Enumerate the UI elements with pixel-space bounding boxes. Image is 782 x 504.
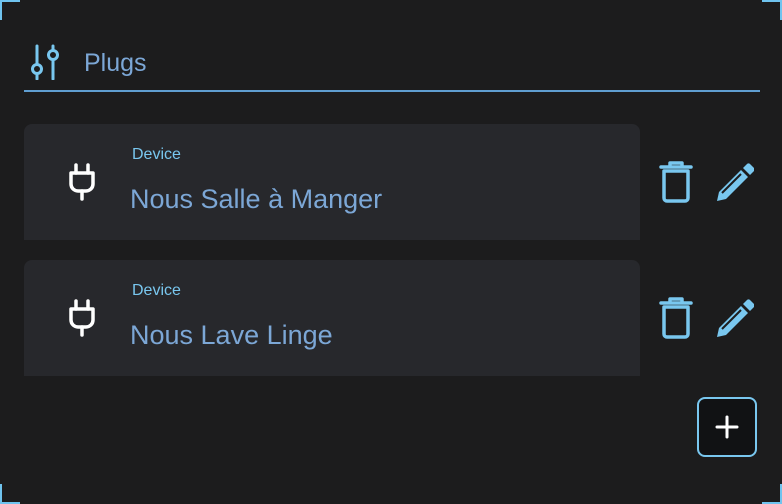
delete-button[interactable] <box>656 296 696 340</box>
delete-button[interactable] <box>656 160 696 204</box>
plug-card[interactable]: Device Nous Lave Linge <box>24 260 640 376</box>
frame-corner-top-right <box>762 0 782 20</box>
section-header: Plugs <box>24 40 760 92</box>
frame-corner-bottom-right <box>762 484 782 504</box>
device-name: Nous Lave Linge <box>130 320 333 350</box>
edit-button[interactable] <box>714 160 755 204</box>
power-plug-icon <box>66 162 98 202</box>
device-caption: Device <box>132 282 181 299</box>
section-title: Plugs <box>84 49 147 77</box>
device-caption: Device <box>132 146 181 163</box>
plug-card[interactable]: Device Nous Salle à Manger <box>24 124 640 240</box>
add-plug-button[interactable] <box>697 397 757 457</box>
edit-button[interactable] <box>714 296 755 340</box>
frame-corner-top-left <box>0 0 20 20</box>
pencil-icon <box>714 299 755 344</box>
power-plug-icon <box>66 298 98 338</box>
trash-icon <box>656 297 696 344</box>
frame-corner-bottom-left <box>0 484 20 504</box>
pencil-icon <box>714 163 755 208</box>
device-name: Nous Salle à Manger <box>130 184 383 214</box>
tune-sliders-icon <box>28 44 60 81</box>
trash-icon <box>656 161 696 208</box>
